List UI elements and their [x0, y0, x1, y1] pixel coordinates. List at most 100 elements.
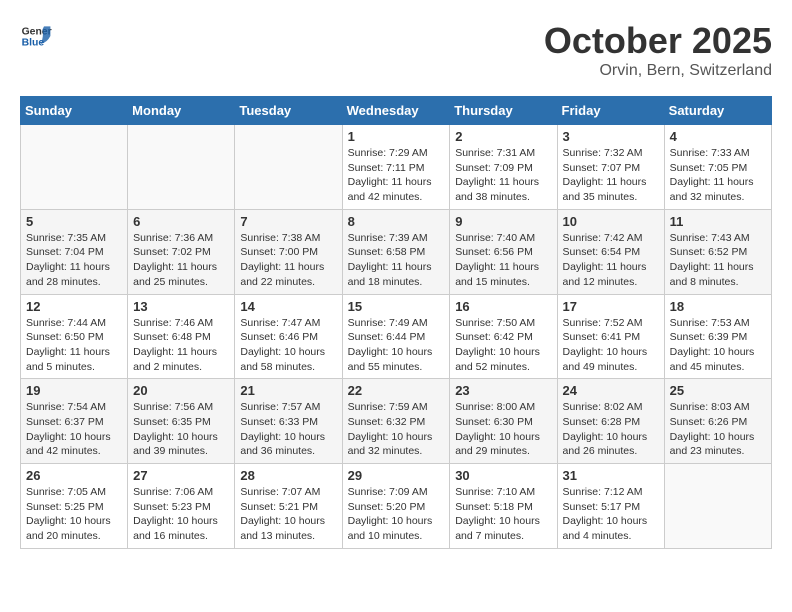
day-info: Sunrise: 8:02 AMSunset: 6:28 PMDaylight:… [563, 400, 659, 459]
day-info: Sunrise: 7:49 AMSunset: 6:44 PMDaylight:… [348, 316, 445, 375]
logo: General Blue [20, 20, 52, 52]
week-row-2: 5Sunrise: 7:35 AMSunset: 7:04 PMDaylight… [21, 209, 772, 294]
weekday-header-row: SundayMondayTuesdayWednesdayThursdayFrid… [21, 97, 772, 125]
day-cell: 11 Sunrise: 7:43 AMSunset: 6:52 PMDayligh… [664, 209, 771, 294]
day-info: Sunrise: 7:53 AMSunset: 6:39 PMDaylight:… [670, 316, 766, 375]
day-cell: 8 Sunrise: 7:39 AMSunset: 6:58 PMDaylight… [342, 209, 450, 294]
day-info: Sunrise: 8:00 AMSunset: 6:30 PMDaylight:… [455, 400, 551, 459]
weekday-header-wednesday: Wednesday [342, 97, 450, 125]
day-info: Sunrise: 7:42 AMSunset: 6:54 PMDaylight:… [563, 231, 659, 290]
day-cell: 7 Sunrise: 7:38 AMSunset: 7:00 PMDaylight… [235, 209, 342, 294]
day-cell: 30Sunrise: 7:10 AMSunset: 5:18 PMDayligh… [450, 464, 557, 549]
day-info: Sunrise: 7:43 AMSunset: 6:52 PMDaylight:… [670, 231, 766, 290]
day-number: 15 [348, 299, 445, 314]
weekday-header-monday: Monday [128, 97, 235, 125]
weekday-header-saturday: Saturday [664, 97, 771, 125]
day-cell: 20Sunrise: 7:56 AMSunset: 6:35 PMDayligh… [128, 379, 235, 464]
week-row-3: 12 Sunrise: 7:44 AMSunset: 6:50 PMDayligh… [21, 294, 772, 379]
day-info: Sunrise: 7:06 AMSunset: 5:23 PMDaylight:… [133, 485, 229, 544]
day-cell: 9 Sunrise: 7:40 AMSunset: 6:56 PMDaylight… [450, 209, 557, 294]
day-cell: 5Sunrise: 7:35 AMSunset: 7:04 PMDaylight… [21, 209, 128, 294]
day-number: 23 [455, 383, 551, 398]
day-info: Sunrise: 7:40 AMSunset: 6:56 PMDaylight:… [455, 231, 551, 290]
day-cell [235, 125, 342, 210]
day-number: 27 [133, 468, 229, 483]
svg-text:Blue: Blue [22, 38, 45, 49]
page-header: General Blue October 2025 Orvin, Bern, S… [20, 20, 772, 80]
day-cell: 2 Sunrise: 7:31 AMSunset: 7:09 PMDaylight… [450, 125, 557, 210]
day-cell: 23 Sunrise: 8:00 AMSunset: 6:30 PMDayligh… [450, 379, 557, 464]
day-cell: 3 Sunrise: 7:32 AMSunset: 7:07 PMDaylight… [557, 125, 664, 210]
day-number: 29 [348, 468, 445, 483]
day-cell: 16Sunrise: 7:50 AMSunset: 6:42 PMDayligh… [450, 294, 557, 379]
day-cell: 24Sunrise: 8:02 AMSunset: 6:28 PMDayligh… [557, 379, 664, 464]
day-cell: 12 Sunrise: 7:44 AMSunset: 6:50 PMDayligh… [21, 294, 128, 379]
day-number: 25 [670, 383, 766, 398]
weekday-header-friday: Friday [557, 97, 664, 125]
day-cell [21, 125, 128, 210]
day-number: 31 [563, 468, 659, 483]
day-info: Sunrise: 7:31 AMSunset: 7:09 PMDaylight:… [455, 146, 551, 205]
day-cell: 15 Sunrise: 7:49 AMSunset: 6:44 PMDayligh… [342, 294, 450, 379]
day-number: 14 [240, 299, 336, 314]
day-number: 28 [240, 468, 336, 483]
day-cell [128, 125, 235, 210]
day-number: 19 [26, 383, 122, 398]
weekday-header-tuesday: Tuesday [235, 97, 342, 125]
day-number: 18 [670, 299, 766, 314]
day-cell: 22Sunrise: 7:59 AMSunset: 6:32 PMDayligh… [342, 379, 450, 464]
day-number: 13 [133, 299, 229, 314]
day-number: 2 [455, 129, 551, 144]
day-number: 11 [670, 214, 766, 229]
day-number: 10 [563, 214, 659, 229]
day-info: Sunrise: 7:38 AMSunset: 7:00 PMDaylight:… [240, 231, 336, 290]
day-number: 17 [563, 299, 659, 314]
day-info: Sunrise: 7:12 AMSunset: 5:17 PMDaylight:… [563, 485, 659, 544]
day-cell: 17 Sunrise: 7:52 AMSunset: 6:41 PMDayligh… [557, 294, 664, 379]
day-cell: 28Sunrise: 7:07 AMSunset: 5:21 PMDayligh… [235, 464, 342, 549]
day-info: Sunrise: 7:44 AMSunset: 6:50 PMDaylight:… [26, 316, 122, 375]
day-cell: 4Sunrise: 7:33 AMSunset: 7:05 PMDaylight… [664, 125, 771, 210]
day-cell: 27 Sunrise: 7:06 AMSunset: 5:23 PMDayligh… [128, 464, 235, 549]
day-number: 8 [348, 214, 445, 229]
day-info: Sunrise: 7:39 AMSunset: 6:58 PMDaylight:… [348, 231, 445, 290]
day-info: Sunrise: 7:32 AMSunset: 7:07 PMDaylight:… [563, 146, 659, 205]
day-number: 7 [240, 214, 336, 229]
day-cell: 19Sunrise: 7:54 AMSunset: 6:37 PMDayligh… [21, 379, 128, 464]
day-number: 4 [670, 129, 766, 144]
day-info: Sunrise: 7:35 AMSunset: 7:04 PMDaylight:… [26, 231, 122, 290]
week-row-4: 19Sunrise: 7:54 AMSunset: 6:37 PMDayligh… [21, 379, 772, 464]
day-info: Sunrise: 7:47 AMSunset: 6:46 PMDaylight:… [240, 316, 336, 375]
day-number: 1 [348, 129, 445, 144]
day-number: 21 [240, 383, 336, 398]
day-number: 6 [133, 214, 229, 229]
day-info: Sunrise: 7:09 AMSunset: 5:20 PMDaylight:… [348, 485, 445, 544]
day-cell: 31 Sunrise: 7:12 AMSunset: 5:17 PMDayligh… [557, 464, 664, 549]
day-info: Sunrise: 7:52 AMSunset: 6:41 PMDaylight:… [563, 316, 659, 375]
day-cell: 29 Sunrise: 7:09 AMSunset: 5:20 PMDayligh… [342, 464, 450, 549]
location-title: Orvin, Bern, Switzerland [544, 62, 772, 80]
day-info: Sunrise: 7:56 AMSunset: 6:35 PMDaylight:… [133, 400, 229, 459]
day-info: Sunrise: 7:36 AMSunset: 7:02 PMDaylight:… [133, 231, 229, 290]
logo-icon: General Blue [20, 20, 52, 52]
day-info: Sunrise: 7:59 AMSunset: 6:32 PMDaylight:… [348, 400, 445, 459]
day-info: Sunrise: 7:46 AMSunset: 6:48 PMDaylight:… [133, 316, 229, 375]
day-cell [664, 464, 771, 549]
day-number: 9 [455, 214, 551, 229]
calendar-table: SundayMondayTuesdayWednesdayThursdayFrid… [20, 96, 772, 549]
day-info: Sunrise: 7:57 AMSunset: 6:33 PMDaylight:… [240, 400, 336, 459]
week-row-5: 26Sunrise: 7:05 AMSunset: 5:25 PMDayligh… [21, 464, 772, 549]
title-block: October 2025 Orvin, Bern, Switzerland [544, 20, 772, 80]
day-cell: 10 Sunrise: 7:42 AMSunset: 6:54 PMDayligh… [557, 209, 664, 294]
day-number: 12 [26, 299, 122, 314]
day-cell: 21 Sunrise: 7:57 AMSunset: 6:33 PMDayligh… [235, 379, 342, 464]
day-cell: 25Sunrise: 8:03 AMSunset: 6:26 PMDayligh… [664, 379, 771, 464]
day-info: Sunrise: 7:10 AMSunset: 5:18 PMDaylight:… [455, 485, 551, 544]
day-number: 3 [563, 129, 659, 144]
day-cell: 13 Sunrise: 7:46 AMSunset: 6:48 PMDayligh… [128, 294, 235, 379]
day-number: 26 [26, 468, 122, 483]
day-cell: 26Sunrise: 7:05 AMSunset: 5:25 PMDayligh… [21, 464, 128, 549]
day-cell: 6 Sunrise: 7:36 AMSunset: 7:02 PMDaylight… [128, 209, 235, 294]
day-cell: 18 Sunrise: 7:53 AMSunset: 6:39 PMDayligh… [664, 294, 771, 379]
day-info: Sunrise: 7:50 AMSunset: 6:42 PMDaylight:… [455, 316, 551, 375]
